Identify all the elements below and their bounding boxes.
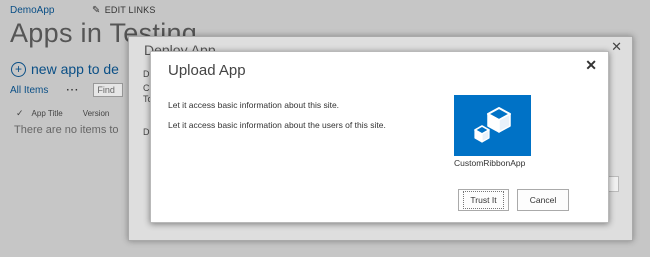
pencil-icon: ✎ [92, 5, 101, 16]
plus-circle-icon: + [11, 61, 26, 77]
top-navigation: DemoApp ✎ EDIT LINKS [10, 5, 155, 16]
deploy-dialog-text: D [143, 127, 150, 137]
select-all-check-icon[interactable]: ✓ [16, 108, 24, 119]
edit-links-button[interactable]: ✎ EDIT LINKS [92, 5, 156, 16]
new-app-link[interactable]: + new app to de [11, 61, 119, 77]
view-selector-row: All Items ··· Find [10, 83, 124, 97]
all-items-view[interactable]: All Items [10, 85, 48, 96]
permission-text: Let it access basic information about th… [168, 100, 340, 110]
empty-list-message: There are no items to [14, 124, 119, 136]
site-link[interactable]: DemoApp [10, 5, 54, 16]
deploy-dialog-text: D [143, 69, 150, 79]
permission-text: Let it access basic information about th… [168, 120, 386, 130]
trust-it-button[interactable]: Trust It [458, 189, 509, 211]
app-cubes-icon [454, 95, 531, 156]
column-header-app-title[interactable]: App Title [32, 109, 63, 118]
upload-dialog-title: Upload App [168, 62, 246, 79]
edit-links-label: EDIT LINKS [104, 5, 156, 15]
app-name-label: CustomRibbonApp [454, 158, 526, 168]
deploy-dialog-text: C [143, 83, 150, 93]
trust-it-label: Trust It [463, 191, 504, 209]
cancel-button[interactable]: Cancel [517, 189, 569, 211]
column-header-version[interactable]: Version [83, 109, 110, 118]
more-options-button[interactable]: ··· [66, 85, 79, 96]
close-icon[interactable]: ✕ [585, 57, 597, 74]
find-input[interactable]: Find [93, 83, 124, 97]
close-icon[interactable]: ✕ [611, 39, 622, 55]
list-column-headers: ✓ App Title Version [16, 108, 109, 119]
new-app-label: new app to de [31, 61, 119, 77]
upload-app-dialog: Upload App ✕ Let it access basic informa… [150, 51, 609, 223]
deploy-dialog-input[interactable] [609, 176, 619, 192]
